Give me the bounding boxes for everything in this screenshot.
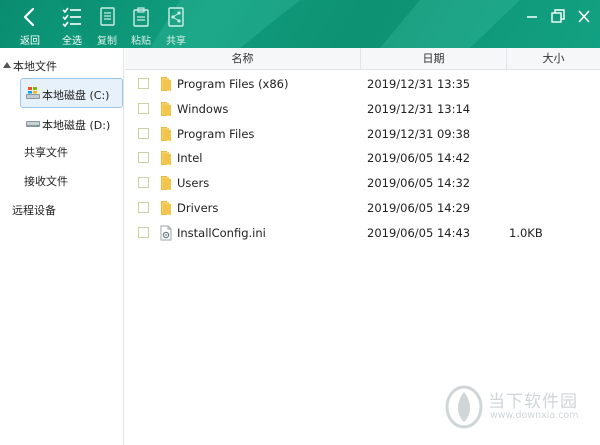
file-name: InstallConfig.ini <box>177 226 266 240</box>
minimize-icon[interactable] <box>522 8 542 26</box>
restore-icon[interactable] <box>548 8 568 26</box>
collapse-arrow-icon[interactable] <box>3 62 11 68</box>
row-checkbox[interactable] <box>138 202 149 213</box>
watermark: 当下软件园 www.downxia.com <box>440 382 600 432</box>
sidebar-item-drive-c[interactable]: 本地磁盘 (C:) <box>20 78 123 108</box>
row-checkbox[interactable] <box>138 152 149 163</box>
file-date: 2019/06/05 14:32 <box>367 176 471 190</box>
table-row[interactable]: Program Files 2019/12/31 09:38 <box>125 122 600 146</box>
local-files-section[interactable]: 本地文件 <box>0 56 124 78</box>
table-row[interactable]: Drivers 2019/06/05 14:29 <box>125 196 600 220</box>
drive-c-label: 本地磁盘 (C:) <box>42 89 110 102</box>
back-arrow-icon <box>23 7 35 27</box>
folder-icon <box>161 127 171 141</box>
table-row[interactable]: Program Files (x86) 2019/12/31 13:35 <box>125 72 600 96</box>
table-row[interactable]: Users 2019/06/05 14:32 <box>125 171 600 195</box>
row-checkbox[interactable] <box>138 128 149 139</box>
copy-icon <box>100 7 115 26</box>
column-header-date[interactable]: 日期 <box>361 48 506 70</box>
drive-d-label: 本地磁盘 (D:) <box>42 119 111 132</box>
folder-icon <box>161 77 171 91</box>
column-header-size[interactable]: 大小 <box>507 48 600 70</box>
folder-icon <box>161 176 171 190</box>
file-date: 2019/12/31 13:14 <box>367 102 471 116</box>
sidebar: 本地文件 本地磁盘 (C:) 本地磁盘 (D:) 共享文件 接收文件 远程设备 <box>0 48 124 445</box>
file-date: 2019/12/31 13:35 <box>367 77 471 91</box>
folder-icon <box>161 151 171 165</box>
back-button-label: 返回 <box>20 36 40 47</box>
share-icon <box>168 7 184 27</box>
file-name: Windows <box>177 102 229 116</box>
file-name: Intel <box>177 151 203 165</box>
share-button-label: 共享 <box>166 36 186 47</box>
select-all-icon <box>62 7 81 28</box>
paste-button-label: 粘贴 <box>131 36 151 47</box>
sidebar-item-received[interactable]: 接收文件 <box>24 173 68 189</box>
file-date: 2019/06/05 14:43 <box>367 226 471 240</box>
row-checkbox[interactable] <box>138 227 149 238</box>
file-name: Program Files (x86) <box>177 77 289 91</box>
table-row[interactable]: Intel 2019/06/05 14:42 <box>125 146 600 170</box>
file-date: 2019/06/05 14:42 <box>367 151 471 165</box>
row-checkbox[interactable] <box>138 177 149 188</box>
table-row[interactable]: InstallConfig.ini 2019/06/05 14:43 1.0KB <box>125 221 600 245</box>
copy-button[interactable]: 复制 <box>89 0 125 48</box>
back-button[interactable]: 返回 <box>12 0 48 48</box>
sidebar-item-drive-d[interactable]: 本地磁盘 (D:) <box>20 108 123 138</box>
watermark-logo-icon <box>445 385 483 429</box>
sidebar-item-remote[interactable]: 远程设备 <box>12 202 56 218</box>
folder-icon <box>161 102 171 116</box>
file-date: 2019/06/05 14:29 <box>367 201 471 215</box>
file-date: 2019/12/31 09:38 <box>367 127 471 141</box>
close-icon[interactable] <box>574 8 594 26</box>
list-header: 名称 日期 大小 <box>125 48 600 70</box>
folder-icon <box>161 201 171 215</box>
local-files-label: 本地文件 <box>13 60 57 73</box>
row-checkbox[interactable] <box>138 78 149 89</box>
paste-icon <box>133 7 149 27</box>
table-row[interactable]: Windows 2019/12/31 13:14 <box>125 97 600 121</box>
select-all-button-label: 全选 <box>62 36 82 47</box>
file-name: Program Files <box>177 127 255 141</box>
copy-button-label: 复制 <box>97 36 117 47</box>
paste-button[interactable]: 粘贴 <box>123 0 159 48</box>
sidebar-item-shared[interactable]: 共享文件 <box>24 144 68 160</box>
share-button[interactable]: 共享 <box>158 0 194 48</box>
file-name: Users <box>177 176 210 190</box>
watermark-url: www.downxia.com <box>490 410 579 421</box>
settings-file-icon <box>160 225 172 241</box>
file-size: 1.0KB <box>509 226 543 240</box>
column-header-name[interactable]: 名称 <box>125 48 360 70</box>
toolbar: 返回 全选 复制 粘贴 共享 <box>0 0 600 48</box>
row-checkbox[interactable] <box>138 103 149 114</box>
file-name: Drivers <box>177 201 219 215</box>
drive-icon <box>26 121 40 127</box>
select-all-button[interactable]: 全选 <box>54 0 90 48</box>
watermark-title: 当下软件园 <box>488 392 578 412</box>
system-drive-icon <box>26 87 40 99</box>
